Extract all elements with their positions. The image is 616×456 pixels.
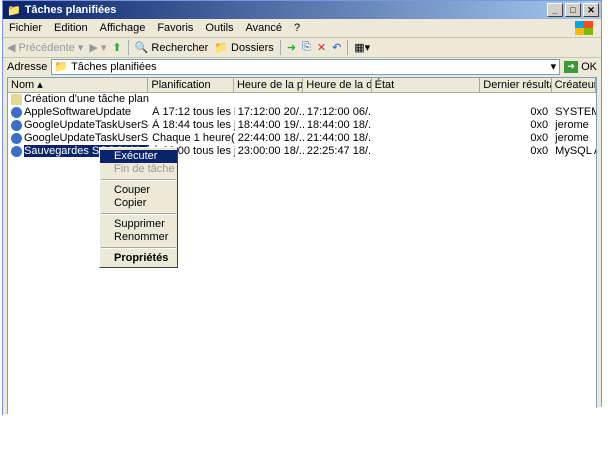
- address-label: Adresse: [7, 60, 48, 73]
- col-creator[interactable]: Créateur: [552, 78, 596, 92]
- menu-item-fin-de-tache: Fin de tâche: [114, 163, 175, 175]
- scheduled-task-icon: [11, 106, 22, 118]
- list-header: Nom ▴ Planification Heure de la p... Heu…: [8, 78, 596, 93]
- cell-result: 0x0: [530, 119, 549, 131]
- cell-result: 0x0: [530, 145, 549, 157]
- forward-button[interactable]: ▶ ▾: [89, 41, 106, 54]
- cell-result: 0x0: [530, 106, 549, 118]
- search-button[interactable]: 🔍 Rechercher: [135, 41, 209, 54]
- cell-next: 23:00:00 18/...: [237, 145, 304, 157]
- maximize-button[interactable]: □: [565, 3, 581, 17]
- cell-creator: [552, 93, 596, 106]
- cell-name: GoogleUpdateTaskUserS-1-5-21...: [8, 132, 149, 145]
- cell-state: [372, 106, 481, 119]
- toolbar: ◀ Précédente ▾ ▶ ▾ ⬆ 🔍 Rechercher 📁 Doss…: [3, 38, 601, 58]
- cell-state: [372, 132, 481, 145]
- up-folder-icon[interactable]: ⬆: [112, 41, 121, 54]
- go-arrow-icon: ➜: [564, 60, 579, 73]
- window-title: Tâches planifiées: [24, 4, 117, 16]
- col-planification[interactable]: Planification: [148, 78, 234, 92]
- cell-result: 0x0: [530, 132, 549, 144]
- cell-name: GoogleUpdateTaskUserS-1-5-21...: [8, 119, 149, 132]
- cell-next: 22:44:00 18/...: [237, 132, 304, 144]
- back-button[interactable]: ◀ Précédente ▾: [7, 41, 83, 54]
- table-row[interactable]: Sauvegardes SCOQI MySQLÀ 23:00 tous les …: [8, 145, 596, 158]
- cell-creator: jerome: [555, 119, 589, 131]
- views-icon[interactable]: ▦▾: [354, 41, 370, 54]
- context-menu: Exécuter Fin de tâche Couper Copier Supp…: [99, 147, 178, 268]
- cell-name: AppleSoftwareUpdate: [8, 106, 149, 119]
- scheduled-task-icon: [11, 119, 22, 131]
- table-row[interactable]: GoogleUpdateTaskUserS-1-5-21...Chaque 1 …: [8, 132, 596, 145]
- address-input[interactable]: 📁 Tâches planifiées ▾: [51, 58, 561, 75]
- menu-edition[interactable]: Edition: [54, 22, 88, 34]
- menu-outils[interactable]: Outils: [205, 22, 233, 34]
- separator: [101, 247, 176, 249]
- menu-help[interactable]: ?: [294, 22, 300, 34]
- menu-item-executer[interactable]: Exécuter: [100, 150, 177, 163]
- explorer-window: 📁 Tâches planifiées _ □ ✕ Fichier Edition …: [2, 0, 602, 420]
- menu-item-renommer[interactable]: Renommer: [100, 231, 177, 244]
- menu-bar: Fichier Edition Affichage Favoris Outils…: [3, 19, 601, 38]
- menu-item-couper[interactable]: Couper: [100, 184, 177, 197]
- cell-creator: SYSTEM: [555, 106, 597, 118]
- menu-favoris[interactable]: Favoris: [157, 22, 193, 34]
- close-button[interactable]: ✕: [583, 3, 599, 17]
- copy-to-icon[interactable]: ⎘: [302, 41, 311, 54]
- move-to-icon[interactable]: ➜: [287, 41, 296, 54]
- title-bar: 📁 Tâches planifiées _ □ ✕: [3, 1, 601, 19]
- cell-creator: MySQL Ad: [555, 145, 596, 157]
- cell-name: Création d'une tâche planifiée: [8, 93, 149, 106]
- cell-next: 18:44:00 19/...: [237, 119, 304, 131]
- cell-next: 17:12:00 20/...: [237, 106, 304, 118]
- cell-state: [372, 145, 481, 158]
- cell-last: 18:44:00 18/...: [306, 119, 373, 131]
- address-bar: Adresse 📁 Tâches planifiées ▾ ➜ OK: [3, 58, 601, 75]
- cell-sched: À 18:44 tous les jou...: [152, 119, 235, 131]
- cell-state: [372, 119, 481, 132]
- menu-fichier[interactable]: Fichier: [9, 22, 42, 34]
- go-button[interactable]: ➜ OK: [564, 60, 597, 73]
- col-last-run[interactable]: Heure de la d...: [303, 78, 372, 92]
- cell-sched: Chaque 1 heure(s) ...: [152, 132, 235, 144]
- table-row[interactable]: AppleSoftwareUpdateÀ 17:12 tous les lun.…: [8, 106, 596, 119]
- cell-last: 17:12:00 06/...: [306, 106, 373, 118]
- cell-last: [304, 93, 372, 106]
- menu-item-supprimer[interactable]: Supprimer: [100, 218, 177, 231]
- folders-button[interactable]: 📁 Dossiers: [214, 41, 274, 54]
- scheduled-task-icon: [11, 132, 22, 144]
- cell-last: 22:25:47 18/...: [306, 145, 373, 157]
- task-list: Nom ▴ Planification Heure de la p... Heu…: [7, 77, 597, 420]
- separator: [101, 213, 176, 215]
- menu-item-proprietes[interactable]: Propriétés: [100, 252, 177, 265]
- cell-last: 21:44:00 18/...: [306, 132, 373, 144]
- separator: [101, 179, 176, 181]
- cell-creator: jerome: [555, 132, 589, 144]
- cell-state: [372, 93, 481, 106]
- table-row[interactable]: Création d'une tâche planifiée: [8, 93, 596, 106]
- scheduled-task-icon: [11, 145, 22, 157]
- cell-next: [235, 93, 304, 106]
- col-result[interactable]: Dernier résultat: [480, 78, 552, 92]
- chevron-down-icon[interactable]: ▾: [548, 60, 560, 73]
- minimize-button[interactable]: _: [547, 3, 563, 17]
- cell-sched: À 17:12 tous les lun...: [152, 106, 235, 118]
- cell-sched: [149, 93, 235, 106]
- col-etat[interactable]: État: [372, 78, 481, 92]
- col-next-run[interactable]: Heure de la p...: [234, 78, 304, 92]
- windows-logo-icon: [575, 21, 593, 35]
- menu-affichage[interactable]: Affichage: [100, 22, 146, 34]
- undo-icon[interactable]: ↶: [332, 41, 341, 54]
- delete-icon[interactable]: ✕: [317, 41, 326, 54]
- new-task-icon: [11, 93, 22, 105]
- col-nom[interactable]: Nom ▴: [8, 78, 149, 92]
- cell-result: [481, 93, 552, 106]
- menu-item-copier[interactable]: Copier: [100, 197, 177, 210]
- folder-icon: 📁: [7, 4, 21, 17]
- menu-avance[interactable]: Avancé: [246, 22, 283, 34]
- table-row[interactable]: GoogleUpdateTaskUserS-1-5-21...À 18:44 t…: [8, 119, 596, 132]
